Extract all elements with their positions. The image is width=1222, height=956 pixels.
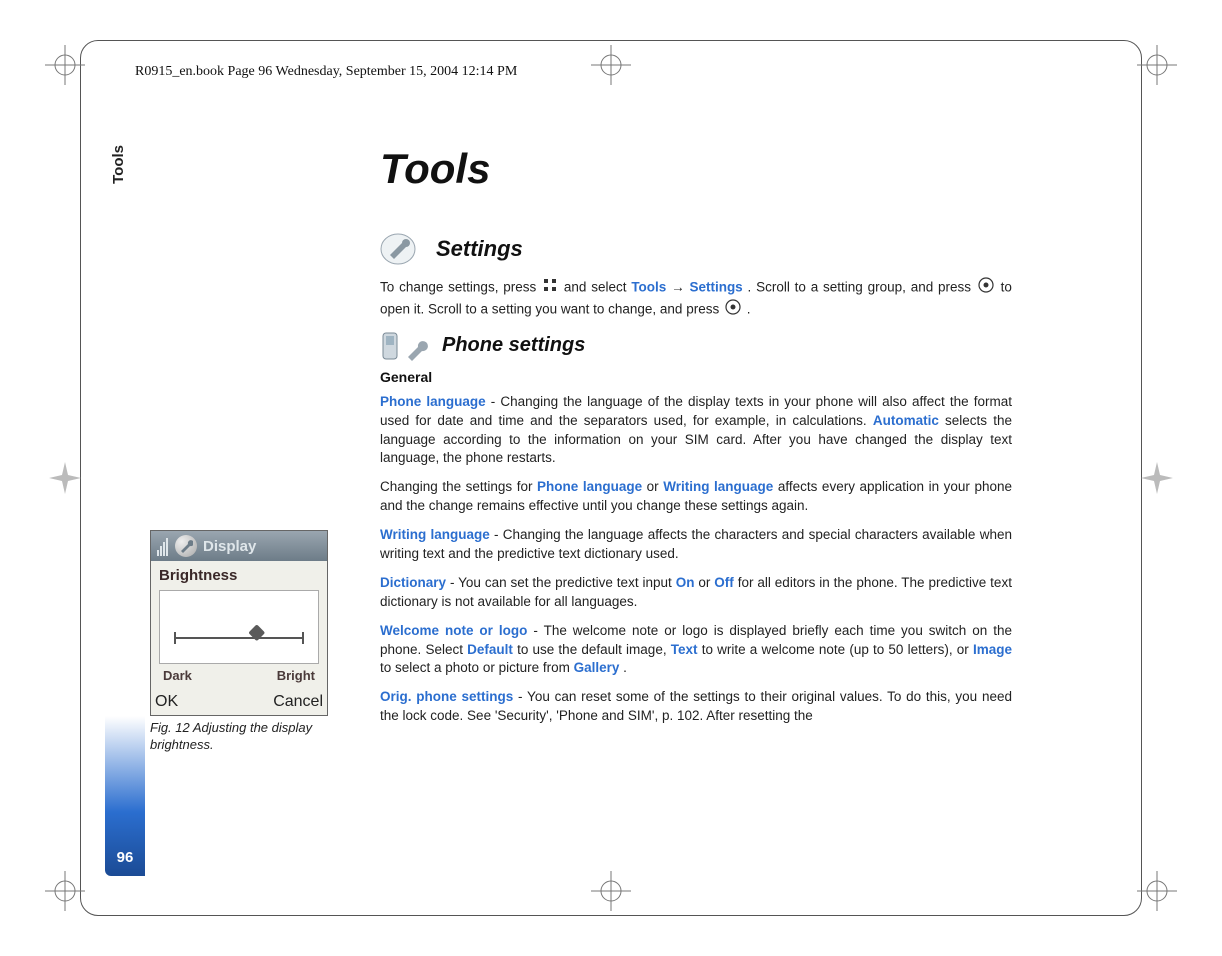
link-image: Image [973,642,1012,657]
menu-key-icon [543,278,557,298]
phone-settings-icons [380,331,428,361]
paragraph-orig-settings: Orig. phone settings - You can reset som… [380,688,1012,726]
slider-label-left: Dark [163,668,192,683]
link-automatic: Automatic [873,413,939,428]
settings-wrench-icon [380,231,424,267]
running-header: R0915_en.book Page 96 Wednesday, Septemb… [135,64,517,80]
link-phone-language-2: Phone language [537,479,642,494]
link-orig-phone-settings: Orig. phone settings [380,689,513,704]
crop-mark-icon [1137,45,1177,85]
phone-icon [380,331,402,361]
slider-label-right: Bright [277,668,315,683]
settings-heading-row: Settings [380,231,1012,267]
slider-track [174,637,304,639]
settings-intro-paragraph: To change settings, press and select Too… [380,277,1012,321]
side-tab-label: Tools [110,145,127,184]
wrench-circle-icon [175,535,197,557]
softkey-row: OK Cancel [151,691,327,715]
link-writing-language-2: Writing language [380,527,490,542]
softkey-right[interactable]: Cancel [273,693,323,711]
link-tools: Tools [631,280,666,295]
figure-caption: Fig. 12 Adjusting the display brightness… [150,720,330,754]
page-number: 96 [117,849,134,866]
brightness-slider[interactable] [159,590,319,664]
link-off: Off [714,575,734,590]
link-phone-language: Phone language [380,394,486,409]
crop-mark-icon [1137,871,1177,911]
paragraph-phone-language: Phone language - Changing the language o… [380,393,1012,469]
phone-settings-heading-row: Phone settings [380,331,1012,361]
link-settings: Settings [689,280,742,295]
crop-mark-icon [45,871,85,911]
phone-screen: Display Brightness Dark Bright OK Cancel [150,530,328,716]
crop-mark-icon [45,458,85,498]
link-gallery: Gallery [574,660,620,675]
link-on: On [676,575,695,590]
softkey-left[interactable]: OK [155,693,178,711]
figure-brightness: Display Brightness Dark Bright OK Cancel… [150,530,330,754]
joystick-select-icon [978,277,994,299]
link-default: Default [467,642,513,657]
slider-tick-right [302,632,304,644]
wrench-icon [404,337,428,361]
paragraph-welcome-note: Welcome note or logo - The welcome note … [380,622,1012,679]
slider-labels: Dark Bright [159,668,319,683]
link-welcome-note: Welcome note or logo [380,623,527,638]
paragraph-writing-language: Writing language - Changing the language… [380,526,1012,564]
paragraph-dictionary: Dictionary - You can set the predictive … [380,574,1012,612]
link-dictionary: Dictionary [380,575,446,590]
page-title: Tools [380,145,1012,193]
link-writing-language: Writing language [663,479,773,494]
phone-settings-heading: Phone settings [442,334,585,357]
phone-body: Brightness Dark Bright [151,561,327,691]
paragraph-language-effect: Changing the settings for Phone language… [380,478,1012,516]
page-number-block: 96 [105,716,145,876]
crop-mark-icon [1137,458,1177,498]
joystick-select-icon [725,299,741,321]
phone-topbar: Display [151,531,327,561]
signal-icon [157,536,169,556]
crop-mark-icon [45,45,85,85]
phone-screen-title: Display [203,538,256,555]
link-text: Text [671,642,698,657]
general-subheading: General [380,369,1012,385]
slider-tick-left [174,632,176,644]
phone-section-title: Brightness [159,567,319,584]
settings-heading: Settings [436,236,523,262]
main-content: Tools Settings To change settings, press… [380,145,1012,736]
